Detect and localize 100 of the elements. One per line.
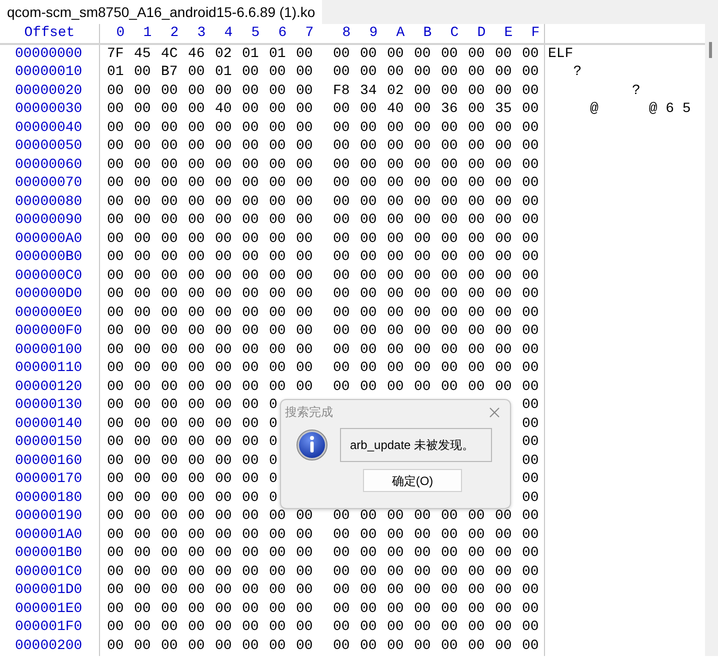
hex-byte: 00 (107, 470, 124, 490)
hex-byte: 00 (468, 322, 485, 342)
hex-byte: 00 (269, 230, 286, 249)
hex-byte: 00 (107, 118, 124, 138)
offset-label: 000000B0 (15, 248, 82, 268)
hex-byte: 00 (215, 562, 232, 582)
hex-byte: 00 (107, 322, 124, 342)
hex-byte: 00 (134, 63, 151, 82)
hex-byte: 00 (495, 230, 512, 249)
hex-byte: 00 (468, 118, 485, 138)
hex-byte: 00 (269, 174, 286, 194)
hex-byte: 00 (215, 636, 232, 656)
hex-byte: 00 (134, 507, 151, 526)
hex-byte: 00 (215, 174, 232, 194)
hex-byte: 00 (333, 618, 350, 638)
hex-byte: 00 (468, 82, 485, 101)
hex-byte: 00 (441, 359, 458, 378)
hex-byte: 00 (242, 266, 259, 286)
hex-byte: 00 (188, 452, 205, 471)
hex-byte: 00 (107, 304, 124, 323)
hex-byte: 00 (161, 230, 178, 249)
hex-byte: 00 (441, 544, 458, 564)
hex-byte: 00 (296, 618, 313, 638)
hex-byte: 00 (333, 211, 350, 230)
hex-byte: 00 (269, 340, 286, 360)
hex-byte: 00 (107, 137, 124, 156)
hex-byte: 00 (414, 156, 431, 175)
hex-byte: 00 (360, 211, 377, 230)
column-header: 8 (342, 24, 351, 43)
hex-byte: 00 (269, 248, 286, 268)
hex-byte: 00 (468, 526, 485, 545)
hex-byte: 00 (522, 562, 539, 582)
hex-byte: 00 (522, 285, 539, 304)
hex-byte: 00 (134, 600, 151, 619)
hex-byte: 00 (134, 340, 151, 360)
hex-byte: 00 (296, 378, 313, 397)
hex-byte: 00 (441, 378, 458, 397)
hex-byte: 00 (441, 304, 458, 323)
scroll-thumb[interactable] (709, 42, 712, 58)
hex-byte: 00 (242, 304, 259, 323)
hex-byte: 00 (269, 82, 286, 101)
hex-byte: 00 (188, 156, 205, 175)
hex-byte: 00 (161, 156, 178, 175)
hex-byte: 00 (441, 63, 458, 82)
hex-byte: 00 (360, 137, 377, 156)
hex-byte: 00 (495, 359, 512, 378)
hex-byte: 00 (188, 137, 205, 156)
offset-label: 00000000 (15, 44, 82, 64)
offset-label: 00000020 (15, 82, 82, 101)
hex-byte: 00 (269, 600, 286, 619)
hex-byte: 00 (387, 378, 404, 397)
hex-byte: 00 (522, 63, 539, 82)
hex-byte: 00 (107, 414, 124, 434)
offset-label: 00000080 (15, 192, 82, 212)
file-tab[interactable]: qcom-scm_sm8750_A16_android15-6.6.89 (1).ko (0, 0, 322, 24)
hex-byte: 00 (188, 211, 205, 230)
hex-byte: 00 (161, 359, 178, 378)
hex-byte: 00 (215, 211, 232, 230)
hex-byte: 00 (522, 636, 539, 656)
hex-byte: 00 (215, 452, 232, 471)
hex-byte: 00 (333, 156, 350, 175)
offset-header: Offset (24, 24, 75, 43)
hex-byte: 4C (161, 44, 178, 64)
hex-byte: 00 (215, 82, 232, 101)
hex-byte: 00 (333, 359, 350, 378)
hex-byte: 00 (468, 600, 485, 619)
hex-byte: 00 (242, 414, 259, 434)
column-header: 3 (197, 24, 206, 43)
hex-byte: 00 (134, 581, 151, 600)
hex-byte: 00 (333, 544, 350, 564)
column-header: 4 (224, 24, 233, 43)
hex-byte: 00 (296, 285, 313, 304)
offset-label: 00000100 (15, 340, 82, 360)
offset-label: 00000070 (15, 174, 82, 194)
hex-byte: 00 (242, 636, 259, 656)
hex-byte: 00 (441, 118, 458, 138)
hex-byte: 00 (134, 452, 151, 471)
hex-byte: 00 (441, 156, 458, 175)
hex-byte: 00 (215, 618, 232, 638)
hex-byte: 00 (107, 433, 124, 452)
hex-byte: 00 (387, 526, 404, 545)
ok-button[interactable]: 确定(O) (363, 469, 462, 492)
hex-byte: 00 (215, 359, 232, 378)
scrollbar[interactable] (705, 24, 718, 656)
hex-byte: 00 (495, 211, 512, 230)
hex-byte: 00 (107, 507, 124, 526)
hex-byte: 00 (441, 137, 458, 156)
hex-byte: 00 (360, 174, 377, 194)
hex-byte: 00 (161, 562, 178, 582)
hex-byte: 00 (161, 266, 178, 286)
close-icon[interactable] (489, 406, 500, 418)
hex-byte: 00 (188, 488, 205, 508)
hex-byte: 00 (296, 322, 313, 342)
hex-byte: 00 (107, 285, 124, 304)
hex-byte: 01 (242, 44, 259, 64)
hex-byte: 00 (387, 544, 404, 564)
hex-byte: 00 (522, 156, 539, 175)
hex-byte: 00 (242, 562, 259, 582)
offset-label: 00000030 (15, 100, 82, 120)
hex-byte: 00 (387, 304, 404, 323)
